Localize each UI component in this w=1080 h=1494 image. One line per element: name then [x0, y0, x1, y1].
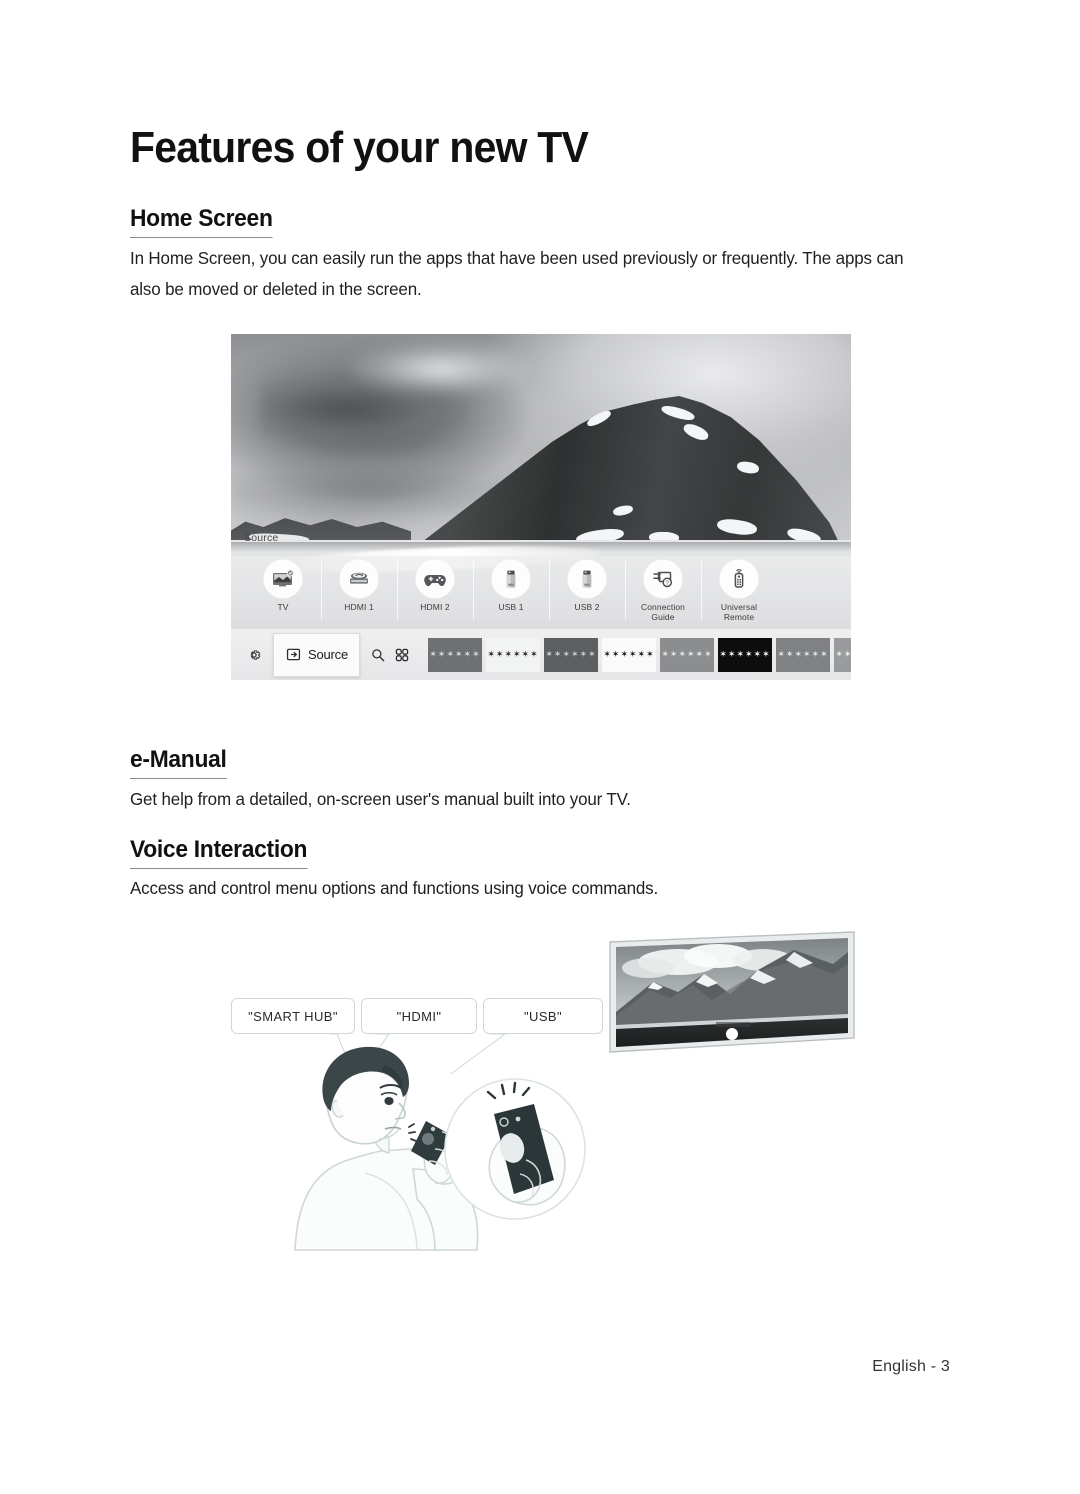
- source-button[interactable]: Source: [273, 632, 360, 677]
- app-tile-placeholder: ✶✶✶✶✶✶: [603, 649, 655, 659]
- remote-microphone-button-detail-icon: [442, 1078, 586, 1220]
- app-tile-placeholder: ✶✶✶✶✶✶: [429, 649, 481, 659]
- source-item-tv[interactable]: TV: [245, 556, 321, 612]
- app-tile[interactable]: ✶✶✶✶✶✶: [834, 637, 851, 672]
- section-heading-home-screen: Home Screen: [130, 205, 273, 238]
- app-tile-strip: ✶✶✶✶✶✶ ✶✶✶✶✶✶ ✶✶✶✶✶✶ ✶✶✶✶✶✶ ✶✶✶✶✶✶ ✶✶✶✶✶✶ ✶✶✶✶…: [428, 637, 851, 672]
- app-tile[interactable]: ✶✶✶✶✶✶: [776, 637, 830, 672]
- source-item-label: Universal Remote: [701, 602, 777, 622]
- app-tile-placeholder: ✶✶✶✶✶✶: [719, 649, 771, 659]
- apps-grid-icon: [395, 648, 409, 661]
- section-body-e-manual: Get help from a detailed, on-screen user…: [130, 789, 631, 809]
- settings-button[interactable]: [239, 647, 269, 663]
- document-page: Features of your new TV Home Screen In H…: [0, 0, 1080, 1494]
- search-icon: [372, 648, 385, 661]
- game-controller-icon: [416, 560, 454, 598]
- television-icon: [609, 931, 855, 1053]
- source-item-label-line2: Guide: [651, 612, 675, 622]
- home-bottom-bar: Source ✶✶✶✶✶✶ ✶✶✶✶✶✶ ✶✶✶✶✶✶ ✶✶✶✶✶✶ ✶✶✶✶✶✶ ✶✶✶…: [231, 629, 851, 680]
- source-item-connection-guide[interactable]: ? Connection Guide: [625, 556, 701, 622]
- home-screen-figure: Source TV HDMI 1 HDMI 2 USB 1 USB 2 ? Co…: [231, 334, 851, 680]
- app-tile[interactable]: ✶✶✶✶✶✶: [718, 637, 772, 672]
- usb-drive-icon: [492, 560, 530, 598]
- connection-guide-icon: ?: [644, 560, 682, 598]
- source-item-usb-2[interactable]: USB 2: [549, 556, 625, 620]
- speech-bubble-smart-hub: "SMART HUB": [231, 998, 355, 1034]
- source-button-label: Source: [308, 647, 348, 662]
- source-item-label: HDMI 2: [420, 602, 450, 612]
- source-item-universal-remote[interactable]: Universal Remote: [701, 556, 777, 622]
- speech-bubble-usb: "USB": [483, 998, 603, 1034]
- source-heading-label: Source: [244, 532, 279, 544]
- source-item-label-line1: Connection: [640, 602, 685, 612]
- app-tile[interactable]: ✶✶✶✶✶✶: [486, 637, 540, 672]
- section-body-voice-interaction: Access and control menu options and func…: [130, 878, 659, 898]
- source-item-label: USB 2: [574, 602, 600, 612]
- source-item-label: HDMI 1: [344, 602, 374, 612]
- app-tile[interactable]: ✶✶✶✶✶✶: [660, 637, 714, 672]
- cloud-light: [351, 344, 531, 394]
- source-item-label: Connection Guide: [625, 602, 701, 622]
- source-item-label: TV: [277, 602, 289, 612]
- speech-bubble-hdmi: "HDMI": [361, 998, 477, 1034]
- app-tile-placeholder: ✶✶✶✶✶✶: [545, 649, 597, 659]
- source-item-label: USB 1: [498, 602, 524, 612]
- source-item-label-line1: Universal: [720, 602, 758, 612]
- usb-drive-icon: [568, 560, 606, 598]
- source-item-label-line2: Remote: [723, 612, 755, 622]
- source-item-usb-1[interactable]: USB 1: [473, 556, 549, 620]
- bluray-player-icon: [340, 560, 378, 598]
- app-tile-placeholder: ✶✶✶✶✶✶: [835, 649, 851, 659]
- app-tile[interactable]: ✶✶✶✶✶✶: [602, 637, 656, 672]
- tv-icon: [264, 560, 302, 598]
- section-body-home-screen: In Home Screen, you can easily run the a…: [130, 248, 904, 299]
- source-arrow-icon: [286, 648, 301, 661]
- app-tile[interactable]: ✶✶✶✶✶✶: [428, 637, 482, 672]
- voice-interaction-figure: "SMART HUB" "HDMI" "USB": [130, 920, 950, 1270]
- section-heading-e-manual: e-Manual: [130, 746, 227, 779]
- app-tile-placeholder: ✶✶✶✶✶✶: [661, 649, 713, 659]
- app-tile-placeholder: ✶✶✶✶✶✶: [487, 649, 539, 659]
- page-footer: English - 3: [872, 1358, 950, 1375]
- page-title: Features of your new TV: [130, 123, 589, 172]
- section-heading-voice-interaction: Voice Interaction: [130, 836, 307, 869]
- app-tile-placeholder: ✶✶✶✶✶✶: [777, 649, 829, 659]
- gear-icon: [250, 649, 261, 660]
- source-list: TV HDMI 1 HDMI 2 USB 1 USB 2 ? Connectio…: [231, 556, 851, 629]
- source-item-hdmi-2[interactable]: HDMI 2: [397, 556, 473, 620]
- app-tile[interactable]: ✶✶✶✶✶✶: [544, 637, 598, 672]
- universal-remote-icon: [720, 560, 758, 598]
- search-button[interactable]: [366, 647, 390, 663]
- apps-button[interactable]: [390, 647, 414, 663]
- source-item-hdmi-1[interactable]: HDMI 1: [321, 556, 397, 620]
